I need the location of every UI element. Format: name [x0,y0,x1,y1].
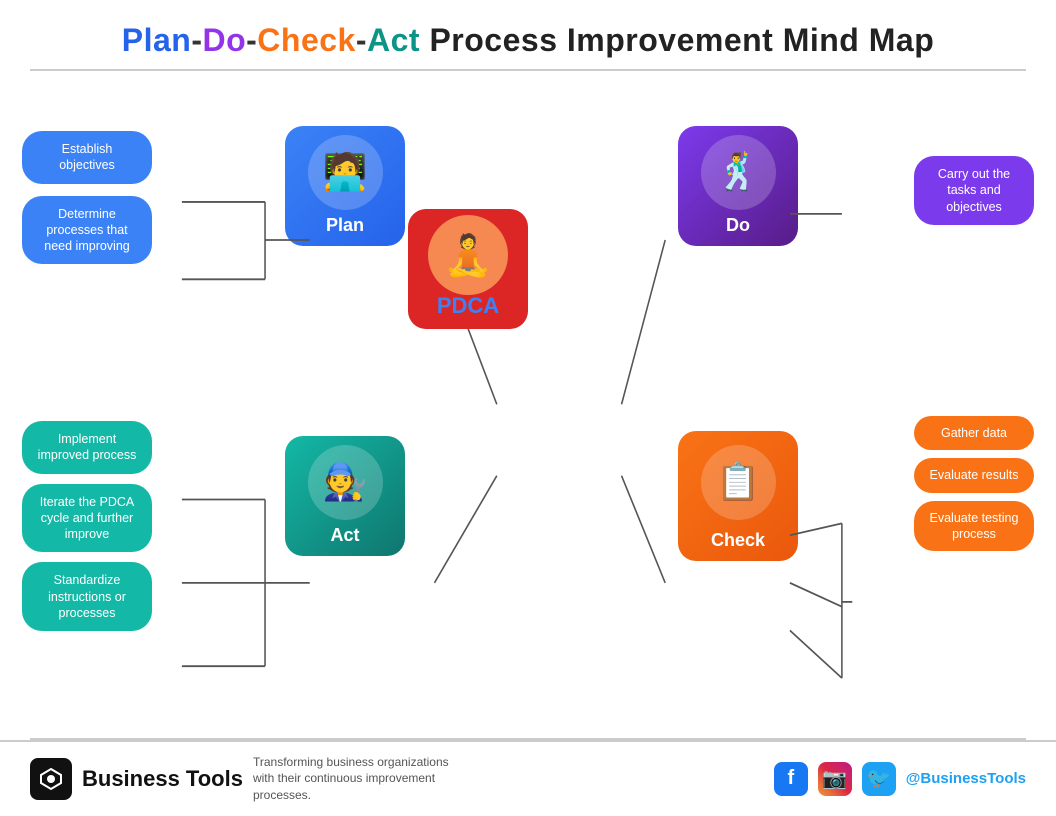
act-node-iterate: Iterate the PDCA cycle and further impro… [22,484,152,553]
page-title: Plan-Do-Check-Act Process Improvement Mi… [40,22,1016,59]
twitter-icon: 🐦 [862,762,896,796]
do-right-nodes: Carry out the tasks and objectives [914,156,1034,225]
plan-left-nodes: Establish objectives Determine processes… [22,131,152,264]
pdca-illustration: 🧘 [408,209,528,301]
instagram-icon: 📷 [818,762,852,796]
check-node-evaluate-results: Evaluate results [914,458,1034,492]
footer: Business Tools Transforming business org… [0,740,1056,816]
plan-card: 🧑‍💻 Plan [285,126,405,246]
pdca-center-card: 🧘 PDCA [408,209,528,329]
title-rest: Process Improvement Mind Map [420,22,934,58]
footer-tagline: Transforming business organizations with… [253,754,473,804]
act-card: 🧑‍🔧 Act [285,436,405,556]
social-handle: @BusinessTools [906,770,1026,787]
plan-label: Plan [326,215,364,236]
do-word: Do [202,22,246,58]
facebook-icon: f [774,762,808,796]
check-right-nodes: Gather data Evaluate results Evaluate te… [914,416,1034,551]
check-illustration: 📋 [678,431,798,533]
check-word: Check [257,22,356,58]
plan-illustration: 🧑‍💻 [285,126,405,218]
act-word: Act [367,22,420,58]
check-node-evaluate-testing: Evaluate testing process [914,501,1034,552]
footer-brand-text: Business Tools [82,766,243,792]
page: Plan-Do-Check-Act Process Improvement Mi… [0,0,1056,816]
check-node-gather: Gather data [914,416,1034,450]
act-node-implement: Implement improved process [22,421,152,474]
do-label: Do [726,215,750,236]
plan-word: Plan [122,22,192,58]
do-card: 🕺 Do [678,126,798,246]
pdca-label: PDCA [437,293,499,319]
footer-left: Business Tools Transforming business org… [30,754,473,804]
plan-person-icon: 🧑‍💻 [308,135,383,210]
check-icon: 📋 [701,445,776,520]
act-node-standardize: Standardize instructions or processes [22,562,152,631]
act-person-icon: 🧑‍🔧 [308,445,383,520]
pdca-icon: 🧘 [428,215,508,295]
footer-right: f 📷 🐦 @BusinessTools [774,762,1026,796]
do-illustration: 🕺 [678,126,798,218]
do-person-icon: 🕺 [701,135,776,210]
plan-node-establish: Establish objectives [22,131,152,184]
header: Plan-Do-Check-Act Process Improvement Mi… [0,0,1056,69]
plan-node-determine: Determine processes that need improving [22,196,152,265]
check-label: Check [711,530,765,551]
mindmap-container: Establish objectives Determine processes… [0,71,1056,738]
logo-svg [39,767,63,791]
check-card: 📋 Check [678,431,798,561]
connector-lines [0,71,1056,738]
act-illustration: 🧑‍🔧 [285,436,405,528]
act-label: Act [330,525,359,546]
act-left-nodes: Implement improved process Iterate the P… [22,421,152,631]
footer-logo-icon [30,758,72,800]
do-node-carry: Carry out the tasks and objectives [914,156,1034,225]
